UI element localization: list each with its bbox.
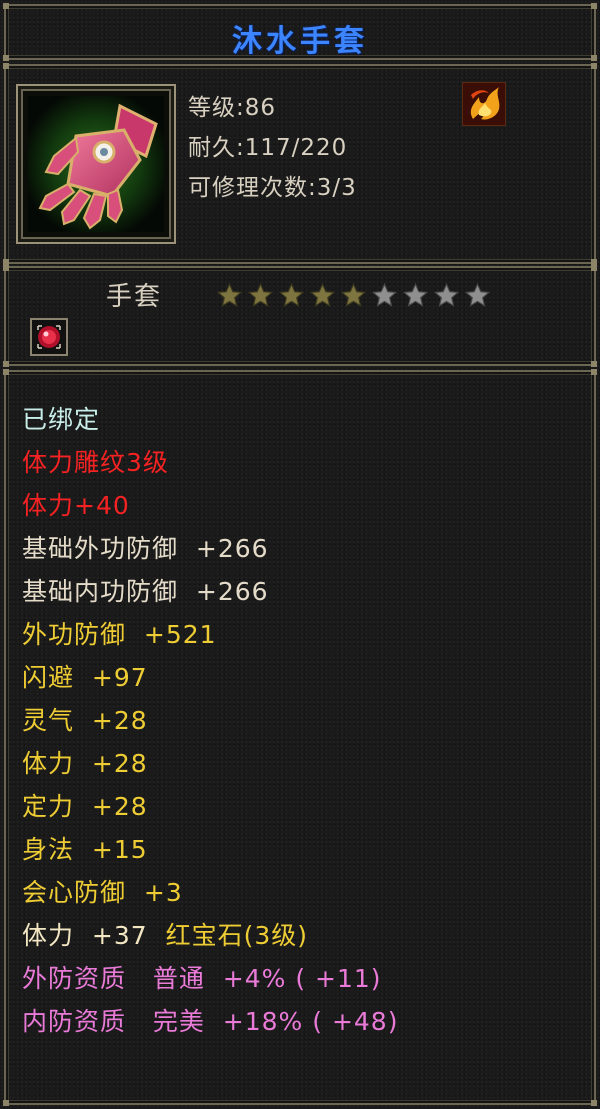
item-title: 沐水手套 (232, 24, 368, 59)
flame-icon (470, 87, 500, 120)
star-filled-icon (247, 282, 274, 307)
title-panel: 沐水手套 (3, 3, 597, 61)
item-icon-frame[interactable] (16, 84, 176, 244)
stat-line: 基础内功防御 +266 (22, 577, 269, 606)
gem-stat-value: 体力 +37 (22, 921, 148, 950)
star-rating (216, 282, 491, 309)
gem-name: 红宝石(3级) (165, 921, 308, 950)
item-type-label: 手套 (106, 282, 163, 312)
item-type-panel: 手套 (3, 265, 597, 367)
stat-line: 外功防御 +521 (22, 620, 217, 649)
stat-line: 灵气 +28 (22, 706, 148, 735)
quality-line: 外防资质 普通 +4% ( +11) (22, 959, 382, 995)
ruby-gem-icon (37, 325, 61, 349)
item-header-panel: 等级:86 耐久:117/220 可修理次数:3/3 (3, 63, 597, 265)
item-stats-panel: 已绑定 体力雕纹3级 体力+40 基础外功防御 +266 基础内功防御 +266… (3, 369, 597, 1106)
fire-element-icon[interactable] (462, 82, 506, 126)
stat-line: 闪避 +97 (22, 663, 148, 692)
star-filled-icon (216, 282, 243, 307)
quality-grade: 完美 (152, 1007, 205, 1036)
star-empty-icon (464, 282, 491, 307)
stat-line: 定力 +28 (22, 792, 148, 821)
stat-line: 基础外功防御 +266 (22, 534, 269, 563)
quality-label: 外防资质 (22, 964, 127, 993)
star-empty-icon (371, 282, 398, 307)
item-durability: 耐久:117/220 (188, 135, 348, 161)
stat-line: 体力 +28 (22, 749, 148, 778)
star-filled-icon (278, 282, 305, 307)
engraving-bonus: 体力+40 (22, 491, 130, 520)
glove-icon (28, 96, 164, 232)
stat-line: 会心防御 +3 (22, 878, 183, 907)
bound-status: 已绑定 (22, 405, 101, 434)
item-repair-count: 可修理次数:3/3 (188, 175, 357, 201)
stat-line: 身法 +15 (22, 835, 148, 864)
item-tooltip: 沐水手套 等级:86 耐久:117/220 可修理次数:3/3 手套 已绑定 体… (0, 0, 600, 1109)
item-level: 等级:86 (188, 95, 277, 121)
quality-grade: 普通 (152, 964, 205, 993)
quality-value: +18% (222, 1007, 304, 1036)
gem-slot[interactable] (30, 318, 68, 356)
quality-value: +4% (222, 964, 287, 993)
star-filled-icon (340, 282, 367, 307)
star-filled-icon (309, 282, 336, 307)
gem-stat: 体力 +37 红宝石(3级) (22, 916, 308, 952)
star-empty-icon (402, 282, 429, 307)
star-empty-icon (433, 282, 460, 307)
quality-bonus: ( +11) (295, 964, 382, 993)
engraving-name: 体力雕纹3级 (22, 448, 169, 477)
quality-bonus: ( +48) (312, 1007, 399, 1036)
quality-label: 内防资质 (22, 1007, 127, 1036)
quality-line: 内防资质 完美 +18% ( +48) (22, 1002, 398, 1038)
